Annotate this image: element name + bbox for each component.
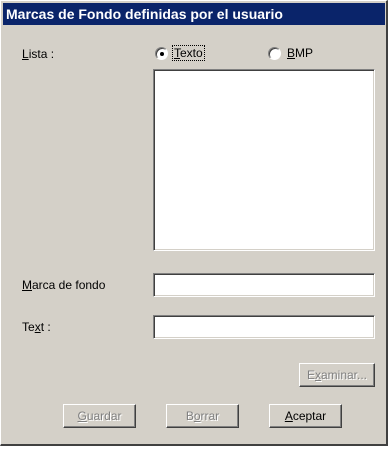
lista-label-access: L <box>22 47 29 61</box>
lista-label-rest: ista : <box>28 47 55 61</box>
radio-texto-label[interactable]: Texto <box>172 45 205 61</box>
text-input[interactable] <box>153 315 375 339</box>
text-label: Text : <box>22 320 51 334</box>
marca-label: Marca de fondo <box>22 278 105 292</box>
examinar-pre: E <box>306 368 315 382</box>
radio-bmp[interactable] <box>268 47 281 60</box>
aceptar-button[interactable]: Aceptar <box>269 404 342 428</box>
radio-bmp-access: B <box>287 46 296 60</box>
title-bar[interactable]: Marcas de Fondo definidas por el usuario <box>3 3 385 25</box>
marca-label-access: M <box>22 278 32 292</box>
marca-input-value <box>154 278 158 292</box>
dialog-window: Marcas de Fondo definidas por el usuario… <box>0 0 388 446</box>
text-input-value <box>154 320 158 334</box>
radio-texto-dot <box>160 52 164 56</box>
guardar-rest: uardar <box>86 409 122 423</box>
window-title: Marcas de Fondo definidas por el usuario <box>6 6 283 22</box>
watermark-list[interactable] <box>153 69 375 251</box>
guardar-button[interactable]: Guardar <box>63 404 136 428</box>
borrar-button[interactable]: Borrar <box>166 404 239 428</box>
lista-label: Lista : <box>22 47 54 61</box>
radio-bmp-label[interactable]: BMP <box>287 46 313 60</box>
examinar-button[interactable]: Examinar... <box>299 363 375 387</box>
guardar-access: G <box>77 409 87 423</box>
text-label-post: t : <box>40 320 51 334</box>
marca-label-rest: arca de fondo <box>32 278 106 292</box>
borrar-pre: B <box>185 409 194 423</box>
aceptar-access: A <box>284 409 293 423</box>
text-label-pre: Te <box>22 320 35 334</box>
marca-input[interactable] <box>153 273 375 297</box>
borrar-post: rrar <box>200 409 220 423</box>
borrar-access: o <box>193 409 201 423</box>
aceptar-rest: ceptar <box>292 409 327 423</box>
examinar-post: aminar... <box>320 368 368 382</box>
radio-bmp-rest: MP <box>295 46 314 60</box>
radio-texto-rest: exto <box>180 46 203 60</box>
radio-texto[interactable] <box>155 47 168 60</box>
